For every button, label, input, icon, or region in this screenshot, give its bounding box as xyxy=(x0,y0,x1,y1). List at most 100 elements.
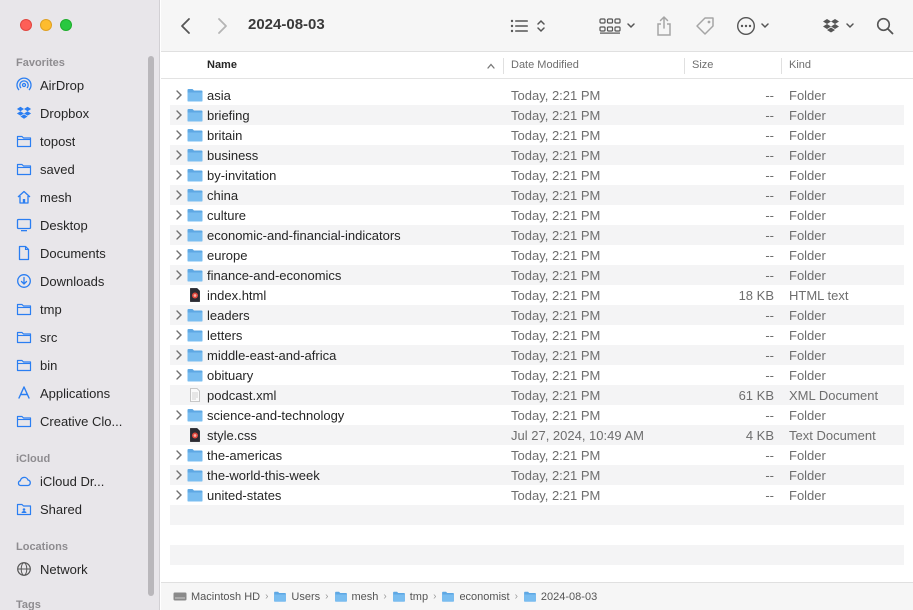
file-row[interactable]: briefing Today, 2:21 PM -- Folder xyxy=(170,105,904,125)
folder-icon xyxy=(187,448,203,462)
sidebar-item-airdrop[interactable]: AirDrop xyxy=(16,73,152,97)
file-date-modified: Today, 2:21 PM xyxy=(511,328,601,343)
disclosure-chevron-icon[interactable] xyxy=(175,109,183,121)
chevron-right-icon xyxy=(218,18,227,34)
file-row[interactable]: business Today, 2:21 PM -- Folder xyxy=(170,145,904,165)
zoom-window-button[interactable] xyxy=(60,19,72,31)
disclosure-chevron-icon[interactable] xyxy=(175,489,183,501)
path-item[interactable]: Macintosh HD xyxy=(173,591,260,603)
file-row[interactable]: the-americas Today, 2:21 PM -- Folder xyxy=(170,445,904,465)
sidebar-item-saved[interactable]: saved xyxy=(16,157,152,181)
file-row[interactable]: the-world-this-week Today, 2:21 PM -- Folde… xyxy=(170,465,904,485)
file-row[interactable]: britain Today, 2:21 PM -- Folder xyxy=(170,125,904,145)
sidebar-item-applications[interactable]: Applications xyxy=(16,381,152,405)
disclosure-chevron-icon[interactable] xyxy=(175,189,183,201)
file-row[interactable]: culture Today, 2:21 PM -- Folder xyxy=(170,205,904,225)
sidebar-item-creative-clo[interactable]: Creative Clo... xyxy=(16,409,152,433)
path-item[interactable]: 2024-08-03 xyxy=(523,591,597,603)
back-button[interactable] xyxy=(179,14,193,38)
file-row[interactable]: index.html Today, 2:21 PM 18 KB HTML text xyxy=(170,285,904,305)
file-row[interactable]: style.css Jul 27, 2024, 10:49 AM 4 KB Text … xyxy=(170,425,904,445)
disclosure-chevron-icon[interactable] xyxy=(175,209,183,221)
sidebar-item-dropbox[interactable]: Dropbox xyxy=(16,101,152,125)
file-row[interactable]: china Today, 2:21 PM -- Folder xyxy=(170,185,904,205)
file-row[interactable]: obituary Today, 2:21 PM -- Folder xyxy=(170,365,904,385)
column-kind-header[interactable]: Kind xyxy=(789,59,811,71)
column-size-header[interactable]: Size xyxy=(692,59,713,71)
file-row[interactable]: letters Today, 2:21 PM -- Folder xyxy=(170,325,904,345)
disclosure-chevron-icon[interactable] xyxy=(175,269,183,281)
column-date-header[interactable]: Date Modified xyxy=(511,59,579,71)
disclosure-chevron-icon[interactable] xyxy=(175,369,183,381)
file-size: -- xyxy=(765,368,774,383)
column-header: Name Date Modified Size Kind xyxy=(161,53,913,79)
dropbox-icon xyxy=(823,19,839,33)
path-item[interactable]: Users xyxy=(273,591,320,603)
tags-button[interactable] xyxy=(695,14,715,38)
disclosure-chevron-icon[interactable] xyxy=(175,469,183,481)
file-row[interactable]: finance-and-economics Today, 2:21 PM -- Fol… xyxy=(170,265,904,285)
path-item[interactable]: mesh xyxy=(334,591,378,603)
file-size: -- xyxy=(765,488,774,503)
sidebar-item-topost[interactable]: topost xyxy=(16,129,152,153)
view-mode-button[interactable] xyxy=(510,14,546,38)
file-row[interactable]: middle-east-and-africa Today, 2:21 PM -- Fo… xyxy=(170,345,904,365)
sidebar-item-downloads[interactable]: Downloads xyxy=(16,269,152,293)
file-date-modified: Today, 2:21 PM xyxy=(511,268,601,283)
column-divider[interactable] xyxy=(503,58,504,74)
sidebar-item-mesh[interactable]: mesh xyxy=(16,185,152,209)
sidebar-item-label: Creative Clo... xyxy=(40,413,123,429)
disclosure-chevron-icon[interactable] xyxy=(175,229,183,241)
disclosure-chevron-icon[interactable] xyxy=(175,349,183,361)
search-button[interactable] xyxy=(876,14,894,38)
file-row[interactable]: podcast.xml Today, 2:21 PM 61 KB XML Docume… xyxy=(170,385,904,405)
disclosure-chevron-icon[interactable] xyxy=(175,89,183,101)
share-button[interactable] xyxy=(655,14,673,38)
file-row[interactable]: economic-and-financial-indicators Today, … xyxy=(170,225,904,245)
column-divider[interactable] xyxy=(684,58,685,74)
close-window-button[interactable] xyxy=(20,19,32,31)
sidebar-item-icloud-dr[interactable]: iCloud Dr... xyxy=(16,469,152,493)
sidebar-item-shared[interactable]: Shared xyxy=(16,497,152,521)
forward-button[interactable] xyxy=(215,14,229,38)
file-kind: Folder xyxy=(789,228,826,243)
disclosure-chevron-icon[interactable] xyxy=(175,329,183,341)
desktop-icon xyxy=(16,217,32,233)
disclosure-chevron-icon[interactable] xyxy=(175,149,183,161)
file-row[interactable]: by-invitation Today, 2:21 PM -- Folder xyxy=(170,165,904,185)
disclosure-chevron-icon[interactable] xyxy=(175,449,183,461)
disclosure-chevron-icon[interactable] xyxy=(175,129,183,141)
sidebar-scrollbar[interactable] xyxy=(148,56,154,596)
disclosure-chevron-icon[interactable] xyxy=(175,309,183,321)
path-item-label: Macintosh HD xyxy=(191,590,261,603)
column-divider[interactable] xyxy=(781,58,782,74)
sidebar-item-label: tmp xyxy=(40,301,62,317)
file-row[interactable]: science-and-technology Today, 2:21 PM -- Fo… xyxy=(170,405,904,425)
sidebar-item-documents[interactable]: Documents xyxy=(16,241,152,265)
file-size: -- xyxy=(765,88,774,103)
path-item[interactable]: economist xyxy=(441,591,510,603)
disclosure-chevron-icon[interactable] xyxy=(175,169,183,181)
folder-icon xyxy=(16,301,32,317)
column-name-header[interactable]: Name xyxy=(207,59,237,71)
file-name: science-and-technology xyxy=(207,408,345,423)
group-by-button[interactable] xyxy=(599,14,636,38)
path-separator-icon: › xyxy=(514,591,518,602)
more-actions-button[interactable] xyxy=(736,14,770,38)
sidebar-item-desktop[interactable]: Desktop xyxy=(16,213,152,237)
disclosure-chevron-icon[interactable] xyxy=(175,249,183,261)
disclosure-chevron-icon[interactable] xyxy=(175,409,183,421)
file-row[interactable]: asia Today, 2:21 PM -- Folder xyxy=(170,85,904,105)
sidebar-item-tmp[interactable]: tmp xyxy=(16,297,152,321)
sidebar-item-bin[interactable]: bin xyxy=(16,353,152,377)
sidebar-section-favorites: Favorites xyxy=(16,57,65,69)
file-row[interactable]: europe Today, 2:21 PM -- Folder xyxy=(170,245,904,265)
file-row[interactable]: leaders Today, 2:21 PM -- Folder xyxy=(170,305,904,325)
sidebar-item-network[interactable]: Network xyxy=(16,557,152,581)
path-item[interactable]: tmp xyxy=(392,591,428,603)
file-row[interactable]: united-states Today, 2:21 PM -- Folder xyxy=(170,485,904,505)
minimize-window-button[interactable] xyxy=(40,19,52,31)
sidebar-item-src[interactable]: src xyxy=(16,325,152,349)
dropbox-button[interactable] xyxy=(822,14,855,38)
document-icon xyxy=(16,245,32,261)
